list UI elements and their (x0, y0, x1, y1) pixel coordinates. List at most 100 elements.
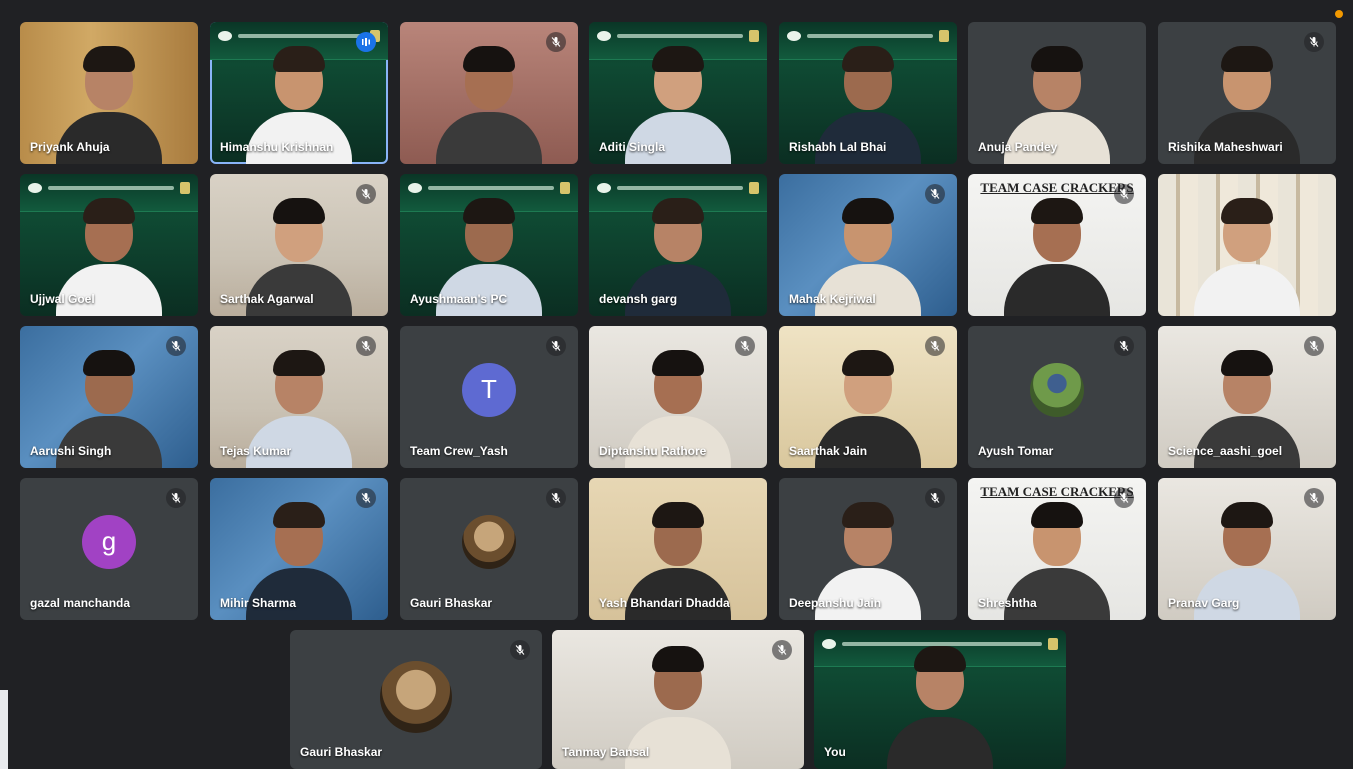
participant-tile[interactable]: Saarthak Jain (779, 326, 957, 468)
participant-tile[interactable]: Tanmay Bansal (552, 630, 804, 769)
hair (273, 502, 325, 528)
participant-tile[interactable]: T Team Crew_Yash (400, 326, 578, 468)
participant-name: Saarthak Jain (789, 444, 868, 458)
mic-off-icon (356, 488, 376, 508)
hair (273, 198, 325, 224)
participant-tile[interactable] (1158, 174, 1336, 316)
mic-off-icon (735, 336, 755, 356)
participant-name: Deepanshu Jain (789, 596, 882, 610)
participant-tile[interactable]: Priyank Ahuja (20, 22, 198, 164)
hair (273, 46, 325, 72)
participant-tile[interactable]: devansh garg (589, 174, 767, 316)
participant-name: Yash Bhandari Dhadda (599, 596, 730, 610)
hair (463, 46, 515, 72)
mic-off-icon (925, 488, 945, 508)
participant-tile[interactable]: Aarushi Singh (20, 326, 198, 468)
shoulders (246, 264, 352, 316)
participant-video (1002, 196, 1112, 316)
org-logo-icon (822, 639, 836, 649)
participant-tile[interactable]: g gazal manchanda (20, 478, 198, 620)
hair (1031, 502, 1083, 528)
participant-name: Gauri Bhaskar (300, 745, 383, 759)
mic-off-icon (925, 336, 945, 356)
shoulders (625, 264, 731, 316)
participant-tile[interactable]: Sarthak Agarwal (210, 174, 388, 316)
participant-tile[interactable]: Rishabh Lal Bhai (779, 22, 957, 164)
participant-name: Science_aashi_goel (1168, 444, 1283, 458)
participant-tile[interactable]: Science_aashi_goel (1158, 326, 1336, 468)
banner-line (617, 34, 743, 38)
shoulders (1194, 568, 1300, 620)
participant-tile[interactable]: Gauri Bhaskar (290, 630, 542, 769)
participant-tile[interactable]: Ayushmaan's PC (400, 174, 578, 316)
participant-name: Sarthak Agarwal (220, 292, 314, 306)
participant-tile[interactable]: Ujjwal Goel (20, 174, 198, 316)
shoulders (625, 568, 731, 620)
shoulders (625, 717, 731, 769)
participant-initial-avatar: g (82, 514, 136, 569)
participant-photo-avatar (1030, 362, 1084, 417)
mic-off-icon (925, 184, 945, 204)
mic-off-icon (546, 32, 566, 52)
participant-name: Ayush Tomar (978, 444, 1054, 458)
participant-name: Ujjwal Goel (30, 292, 95, 306)
hair (842, 198, 894, 224)
crest-icon (749, 30, 759, 42)
participant-tile[interactable]: Deepanshu Jain (779, 478, 957, 620)
event-banner (28, 182, 190, 194)
participant-tile[interactable]: Ayush Tomar (968, 326, 1146, 468)
mic-off-icon (1114, 184, 1134, 204)
participant-tile[interactable]: Aditi Singla (589, 22, 767, 164)
shoulders (246, 416, 352, 468)
participant-tile[interactable]: Mihir Sharma (210, 478, 388, 620)
org-logo-icon (597, 31, 611, 41)
participant-tile[interactable]: Himanshu Krishnan (210, 22, 388, 164)
participant-tile[interactable]: You (814, 630, 1066, 769)
hair (1031, 198, 1083, 224)
crest-icon (939, 30, 949, 42)
crest-icon (180, 182, 190, 194)
side-panel-edge (0, 690, 8, 769)
shoulders (246, 112, 352, 164)
participant-tile[interactable]: Tejas Kumar (210, 326, 388, 468)
crest-icon (749, 182, 759, 194)
participant-tile[interactable]: Yash Bhandari Dhadda (589, 478, 767, 620)
participant-tile[interactable]: TEAM CASE CRACKERS (968, 174, 1146, 316)
org-logo-icon (597, 183, 611, 193)
crest-icon (1048, 638, 1058, 650)
banner-line (807, 34, 933, 38)
participant-tile[interactable]: Diptanshu Rathore (589, 326, 767, 468)
participant-name: Himanshu Krishnan (220, 140, 334, 154)
video-grid: Priyank Ahuja Himanshu Krishnan Aditi Sing… (0, 0, 1353, 769)
participant-tile[interactable]: Rishika Maheshwari (1158, 22, 1336, 164)
shoulders (815, 568, 921, 620)
banner-line (48, 186, 174, 190)
participant-tile[interactable] (400, 22, 578, 164)
participant-tile[interactable]: Mahak Kejriwal (779, 174, 957, 316)
participant-tile[interactable]: Pranav Garg (1158, 478, 1336, 620)
participant-tile[interactable]: Anuja Pandey (968, 22, 1146, 164)
participant-tile[interactable]: TEAM CASE CRACKERS Shreshtha (968, 478, 1146, 620)
hair (273, 350, 325, 376)
participant-name: Anuja Pandey (978, 140, 1058, 154)
shoulders (1194, 112, 1300, 164)
participant-name: Team Crew_Yash (410, 444, 508, 458)
banner-line (617, 186, 743, 190)
org-logo-icon (218, 31, 232, 41)
shoulders (1194, 264, 1300, 316)
shoulders (887, 717, 993, 769)
event-banner (408, 182, 570, 194)
shoulders (1194, 416, 1300, 468)
mic-off-icon (510, 640, 530, 660)
shoulders (1004, 264, 1110, 316)
participant-name: Pranav Garg (1168, 596, 1240, 610)
participant-photo-avatar (380, 660, 452, 733)
visual-effects-icon[interactable] (356, 32, 376, 52)
participant-tile[interactable]: Gauri Bhaskar (400, 478, 578, 620)
event-banner (787, 30, 949, 42)
mic-off-icon (166, 488, 186, 508)
shoulders (625, 416, 731, 468)
hair (652, 646, 704, 672)
participant-name: Diptanshu Rathore (599, 444, 707, 458)
participant-name: Tejas Kumar (220, 444, 292, 458)
